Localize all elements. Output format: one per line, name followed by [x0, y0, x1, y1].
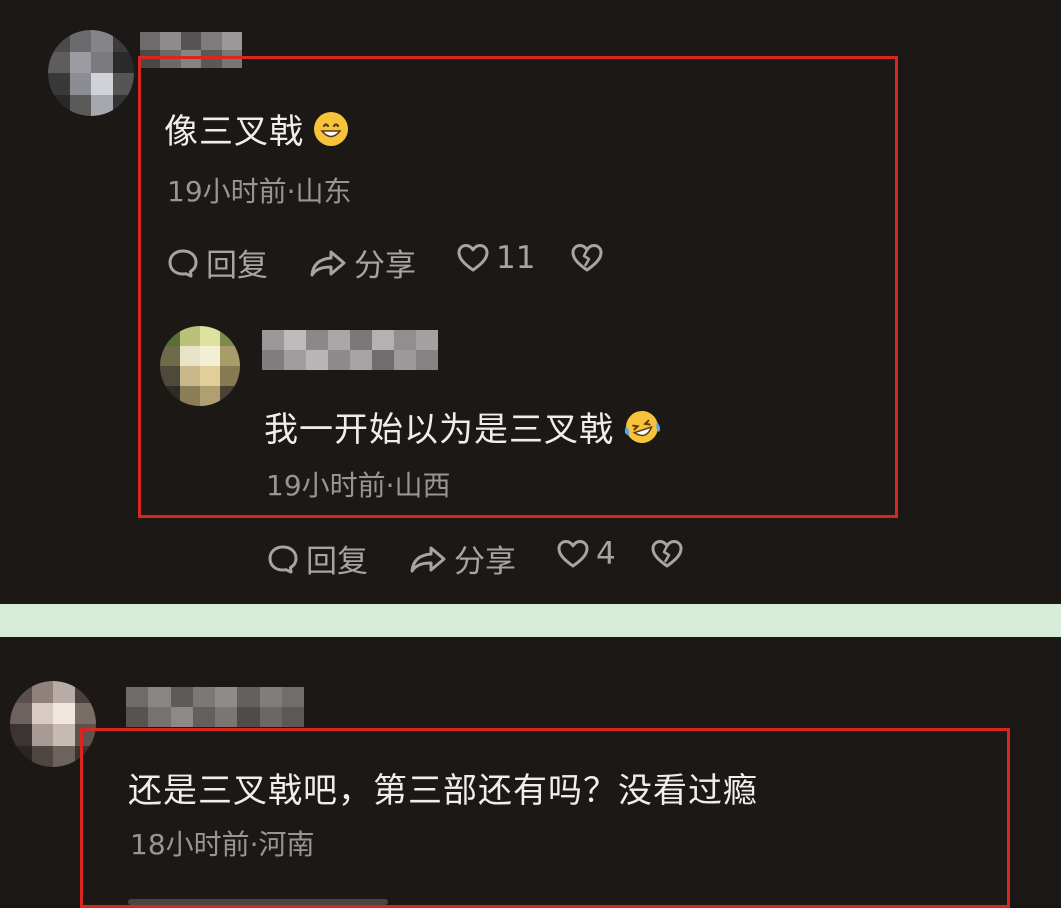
action-row-cutoff	[128, 899, 388, 905]
laughing-tears-emoji-icon	[622, 408, 662, 455]
grinning-face-emoji-icon	[312, 110, 350, 157]
comment-meta: 19小时前·山东	[167, 175, 352, 208]
comment-text: 像三叉戟	[164, 104, 350, 157]
reply-button[interactable]: 回复	[166, 240, 268, 285]
comment-thread-1: 像三叉戟 19小时前·山东 回复 分享 11 我一开始以为是三叉戟 19小时前·…	[0, 0, 1061, 604]
like-button[interactable]: 4	[556, 536, 616, 572]
highlight-box	[80, 728, 1010, 908]
comment-bubble-icon	[168, 249, 198, 277]
share-arrow-icon	[410, 546, 446, 572]
username[interactable]	[262, 330, 438, 370]
dislike-button[interactable]	[570, 242, 604, 274]
broken-heart-icon	[571, 244, 603, 272]
username[interactable]	[126, 687, 304, 727]
heart-icon	[457, 244, 489, 272]
share-button[interactable]: 分享	[308, 240, 416, 285]
reply-button[interactable]: 回复	[266, 536, 368, 581]
avatar[interactable]	[10, 681, 96, 767]
comment-thread-2: 还是三叉戟吧，第三部还有吗？没看过瘾 18小时前·河南	[0, 637, 1061, 908]
heart-icon	[557, 540, 589, 568]
like-button[interactable]: 11	[456, 240, 535, 276]
comment-bubble-icon	[268, 545, 298, 573]
share-button[interactable]: 分享	[408, 536, 516, 581]
like-count: 4	[596, 536, 616, 572]
avatar[interactable]	[160, 326, 240, 406]
share-arrow-icon	[310, 250, 346, 276]
reply-meta: 19小时前·山西	[266, 469, 451, 502]
broken-heart-icon	[651, 540, 683, 568]
avatar[interactable]	[48, 30, 134, 116]
like-count: 11	[496, 240, 536, 276]
reply-text: 我一开始以为是三叉戟	[264, 402, 662, 455]
comment-meta: 18小时前·河南	[130, 828, 315, 861]
comment-text: 还是三叉戟吧，第三部还有吗？没看过瘾	[128, 771, 758, 811]
divider	[0, 604, 1061, 637]
username[interactable]	[140, 32, 242, 68]
dislike-button[interactable]	[650, 538, 684, 570]
